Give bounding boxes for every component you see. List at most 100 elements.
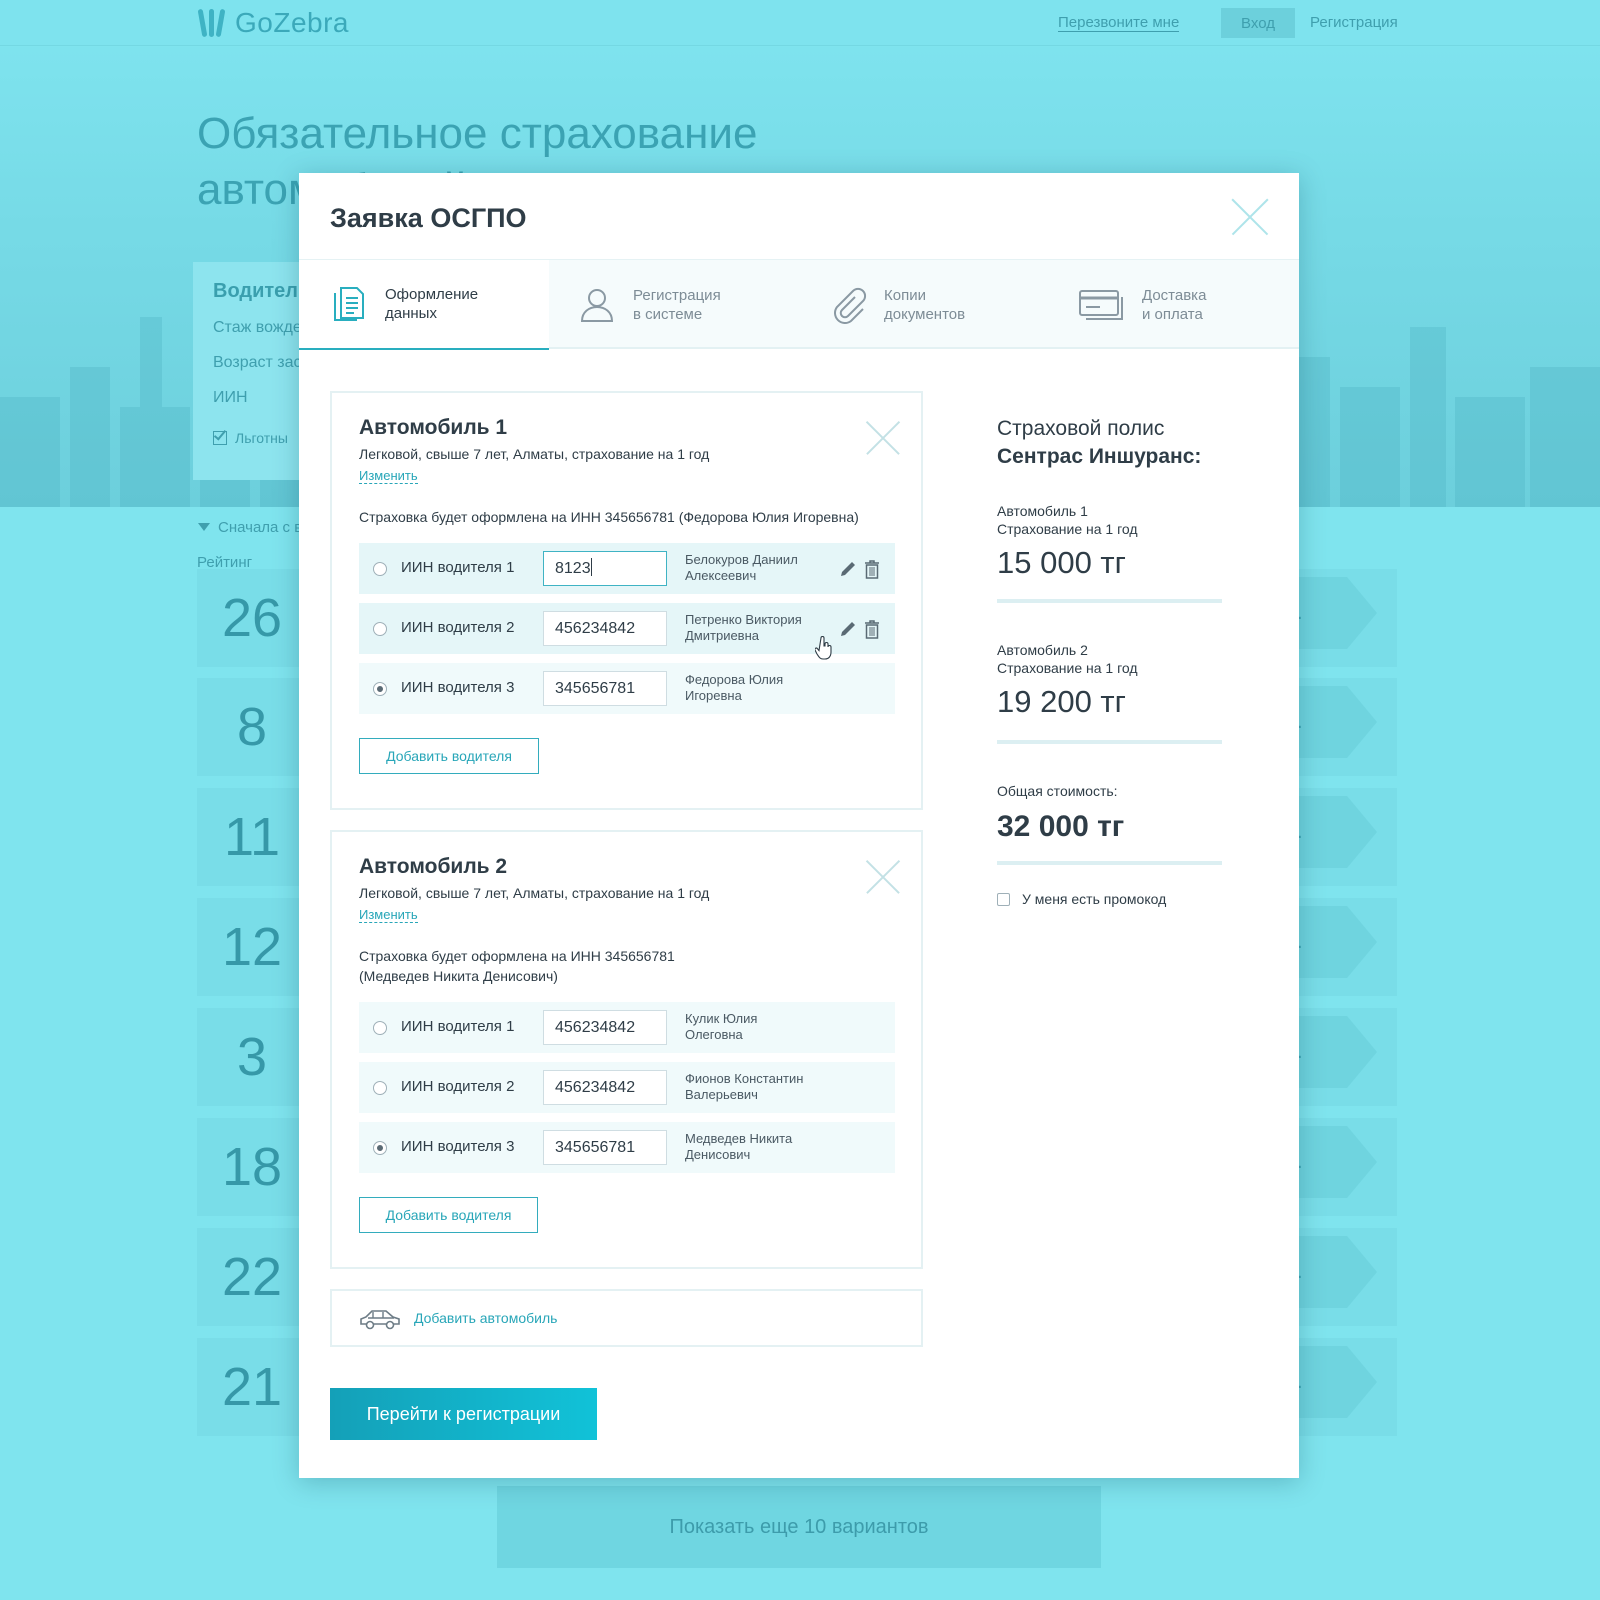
driver-name: Кулик Юлия Олеговна — [685, 1011, 758, 1042]
application-modal: Заявка ОСГПО Оформление данных Регистраци… — [299, 173, 1299, 1478]
register-link[interactable]: Регистрация — [1310, 14, 1398, 31]
car-card-2: Автомобиль 2 Легковой, свыше 7 лет, Алма… — [330, 830, 923, 1269]
change-car-link[interactable]: Изменить — [359, 468, 418, 484]
driver-iin-label: ИИН водителя 2 — [401, 619, 515, 636]
insured-person-text: Страховка будет оформлена на ИНН 3456567… — [359, 509, 859, 525]
logo-text: GoZebra — [235, 7, 349, 38]
trash-icon[interactable] — [863, 559, 881, 579]
modal-title: Заявка ОСГПО — [330, 203, 527, 233]
step-tabs: Оформление данных Регистрация в системе Ко… — [299, 259, 1299, 350]
car-title: Автомобиль 1 — [359, 416, 508, 439]
rating-number: 21 — [221, 1357, 283, 1417]
driver-iin-label: ИИН водителя 2 — [401, 1078, 515, 1095]
rating-number: 8 — [236, 697, 268, 757]
summary-item-price: 19 200 тг — [997, 684, 1126, 719]
insured-person-text: Страховка будет оформлена на ИНН 3456567… — [359, 948, 675, 984]
car-description: Легковой, свыше 7 лет, Алматы, страхован… — [359, 885, 710, 901]
car-description: Легковой, свыше 7 лет, Алматы, страхован… — [359, 446, 710, 462]
remove-car-icon[interactable] — [866, 860, 900, 894]
go-to-registration-button[interactable]: Перейти к регистрации — [330, 1388, 597, 1440]
driver-name: Фионов Константин Валерьевич — [685, 1071, 804, 1102]
driver-iin-label: ИИН водителя 3 — [401, 1138, 515, 1155]
tab-registration[interactable]: Регистрация в системе — [577, 260, 817, 350]
driver-radio[interactable] — [373, 1021, 387, 1035]
driver-row: ИИН водителя 1 8123 Белокуров Даниил Алексе… — [359, 543, 895, 594]
checkbox[interactable] — [997, 892, 1010, 906]
driver-row: ИИН водителя 2 456234842 Фионов Константин… — [359, 1062, 895, 1113]
rating-number: 18 — [221, 1137, 283, 1197]
driver-name: Белокуров Даниил Алексеевич — [685, 552, 798, 583]
zebra-logo-icon — [197, 7, 229, 39]
car-card-1: Автомобиль 1 Легковой, свыше 7 лет, Алма… — [330, 391, 923, 810]
login-button[interactable]: Вход — [1221, 8, 1295, 38]
driver-iin-input[interactable]: 8123 — [543, 551, 667, 586]
rating-number: 12 — [221, 917, 283, 977]
driver-iin-input[interactable]: 345656781 — [543, 671, 667, 706]
filter-iin[interactable]: ИИН — [213, 389, 248, 407]
pencil-icon[interactable] — [838, 619, 858, 639]
divider — [997, 599, 1222, 603]
driver-iin-label: ИИН водителя 3 — [401, 679, 515, 696]
triangle-down-icon — [198, 523, 210, 531]
rating-number: 26 — [221, 588, 283, 648]
driver-row: ИИН водителя 1 456234842 Кулик Юлия Олеговн… — [359, 1002, 895, 1053]
summary-title: Страховой полис — [997, 417, 1165, 440]
modal-close-icon[interactable] — [1232, 199, 1268, 235]
divider — [997, 740, 1222, 744]
filter-benefit-checkbox[interactable]: Льготны — [213, 427, 288, 446]
change-car-link[interactable]: Изменить — [359, 907, 418, 923]
promo-checkbox[interactable]: У меня есть промокод — [997, 891, 1166, 907]
trash-icon[interactable] — [863, 619, 881, 639]
total-label: Общая стоимость: — [997, 783, 1118, 799]
driver-name: Медведев Никита Денисович — [685, 1131, 793, 1162]
checkmark-icon — [213, 427, 227, 445]
remove-car-icon[interactable] — [866, 421, 900, 455]
car-icon — [360, 1310, 400, 1330]
summary-item-price: 15 000 тг — [997, 545, 1126, 580]
driver-iin-input[interactable]: 345656781 — [543, 1130, 667, 1165]
add-car-button[interactable]: Добавить автомобиль — [330, 1289, 923, 1347]
filter-title: Водител — [213, 280, 299, 302]
insurer-name: Сентрас Иншуранс: — [997, 445, 1202, 468]
add-driver-button[interactable]: Добавить водителя — [359, 1197, 538, 1233]
hand-cursor-icon — [815, 636, 832, 660]
rating-number: 22 — [221, 1247, 283, 1307]
driver-iin-input[interactable]: 456234842 — [543, 611, 667, 646]
tab-data-entry[interactable]: Оформление данных — [299, 260, 549, 350]
divider — [997, 861, 1222, 865]
driver-iin-input[interactable]: 456234842 — [543, 1010, 667, 1045]
driver-name: Федорова Юлия Игоревна — [685, 672, 784, 703]
add-driver-button[interactable]: Добавить водителя — [359, 738, 539, 774]
logo[interactable]: GoZebra — [197, 7, 349, 39]
driver-row: ИИН водителя 3 345656781 Федорова Юлия Игор… — [359, 663, 895, 714]
summary-item-label: Автомобиль 1 Страхование на 1 год — [997, 503, 1138, 537]
driver-radio[interactable] — [373, 562, 387, 576]
tab-delivery-payment[interactable]: Доставка и оплата — [1078, 260, 1298, 350]
tab-documents[interactable]: Копии документов — [828, 260, 1068, 350]
rating-number: 3 — [236, 1027, 268, 1087]
promo-label: У меня есть промокод — [1022, 891, 1167, 907]
car-title: Автомобиль 2 — [359, 855, 508, 878]
user-icon — [580, 289, 614, 322]
driver-radio[interactable] — [373, 682, 387, 696]
summary-item-label: Автомобиль 2 Страхование на 1 год — [997, 642, 1138, 676]
driver-iin-input[interactable]: 456234842 — [543, 1070, 667, 1105]
driver-radio[interactable] — [373, 1141, 387, 1155]
add-car-label: Добавить автомобиль — [414, 1310, 558, 1326]
filter-experience[interactable]: Стаж вожде — [213, 319, 302, 337]
filter-age[interactable]: Возраст зас — [213, 354, 302, 372]
card-icon — [1079, 290, 1123, 320]
total-price: 32 000 тг — [997, 810, 1125, 843]
document-icon — [334, 287, 364, 321]
show-more-button[interactable]: Показать еще 10 вариантов — [497, 1486, 1101, 1568]
driver-row: ИИН водителя 3 345656781 Медведев Никита Де… — [359, 1122, 895, 1173]
driver-radio[interactable] — [373, 1081, 387, 1095]
paperclip-icon — [834, 287, 867, 324]
rating-number: 11 — [223, 807, 281, 867]
sort-dropdown[interactable]: Сначала с в — [198, 519, 302, 536]
callback-link[interactable]: Перезвоните мне — [1058, 14, 1180, 32]
site-header: GoZebra Перезвоните мне Вход Регистрация — [0, 0, 1600, 46]
pencil-icon[interactable] — [838, 559, 858, 579]
driver-radio[interactable] — [373, 622, 387, 636]
driver-iin-label: ИИН водителя 1 — [401, 559, 515, 576]
